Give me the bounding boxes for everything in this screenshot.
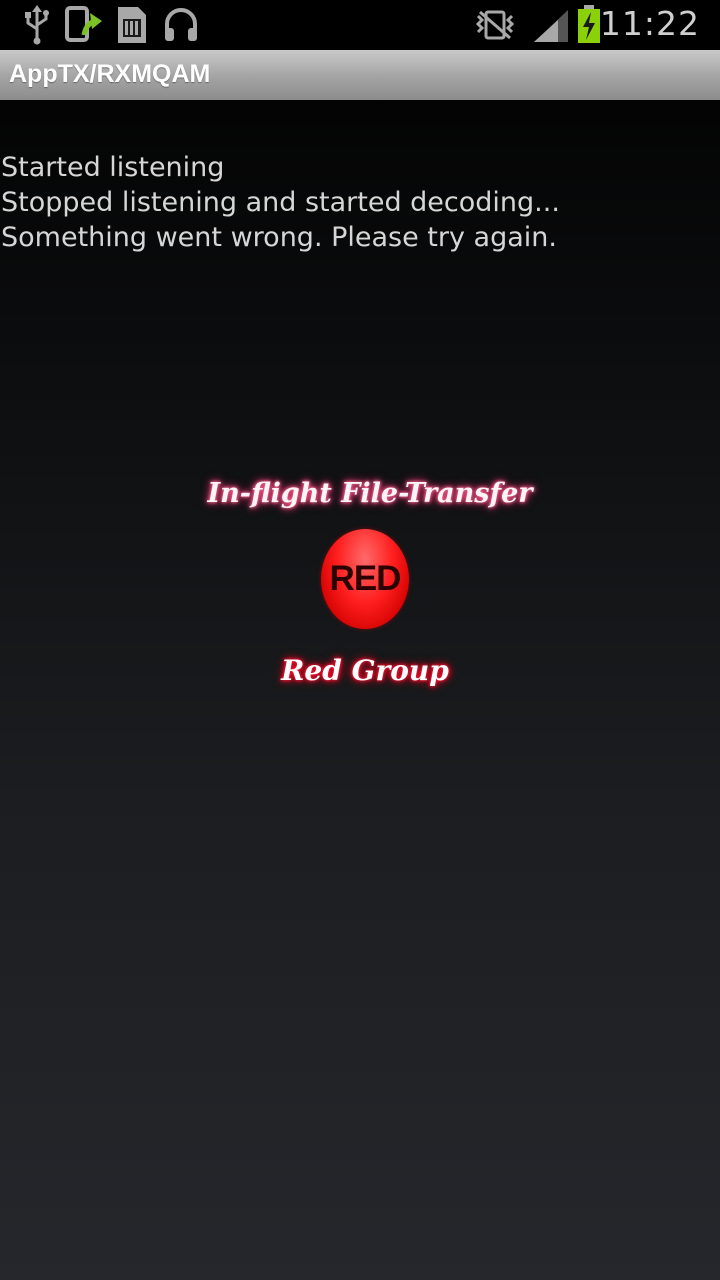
app-title: AppTX/RXMQAM — [9, 60, 211, 88]
log-line: Started listening — [1, 152, 225, 183]
status-bar: 11:22 — [0, 0, 720, 50]
sd-card-icon — [118, 7, 146, 43]
log-line: Something went wrong. Please try again. — [1, 222, 557, 253]
log-line: Stopped listening and started decoding..… — [1, 187, 560, 218]
group-caption: Red Group — [281, 654, 449, 687]
headset-icon — [165, 8, 197, 41]
red-button-label: RED — [329, 559, 402, 598]
battery-charging-icon — [578, 5, 600, 43]
vibrate-icon — [475, 10, 515, 40]
title-bar: AppTX/RXMQAM — [0, 50, 720, 100]
signal-icon — [534, 10, 568, 42]
usb-icon — [25, 5, 49, 45]
upload-icon — [65, 6, 102, 42]
transfer-caption: In-flight File-Transfer — [207, 478, 533, 509]
status-log: Started listening Stopped listening and … — [1, 150, 560, 255]
red-button[interactable]: RED — [321, 529, 409, 629]
clock: 11:22 — [599, 4, 700, 43]
